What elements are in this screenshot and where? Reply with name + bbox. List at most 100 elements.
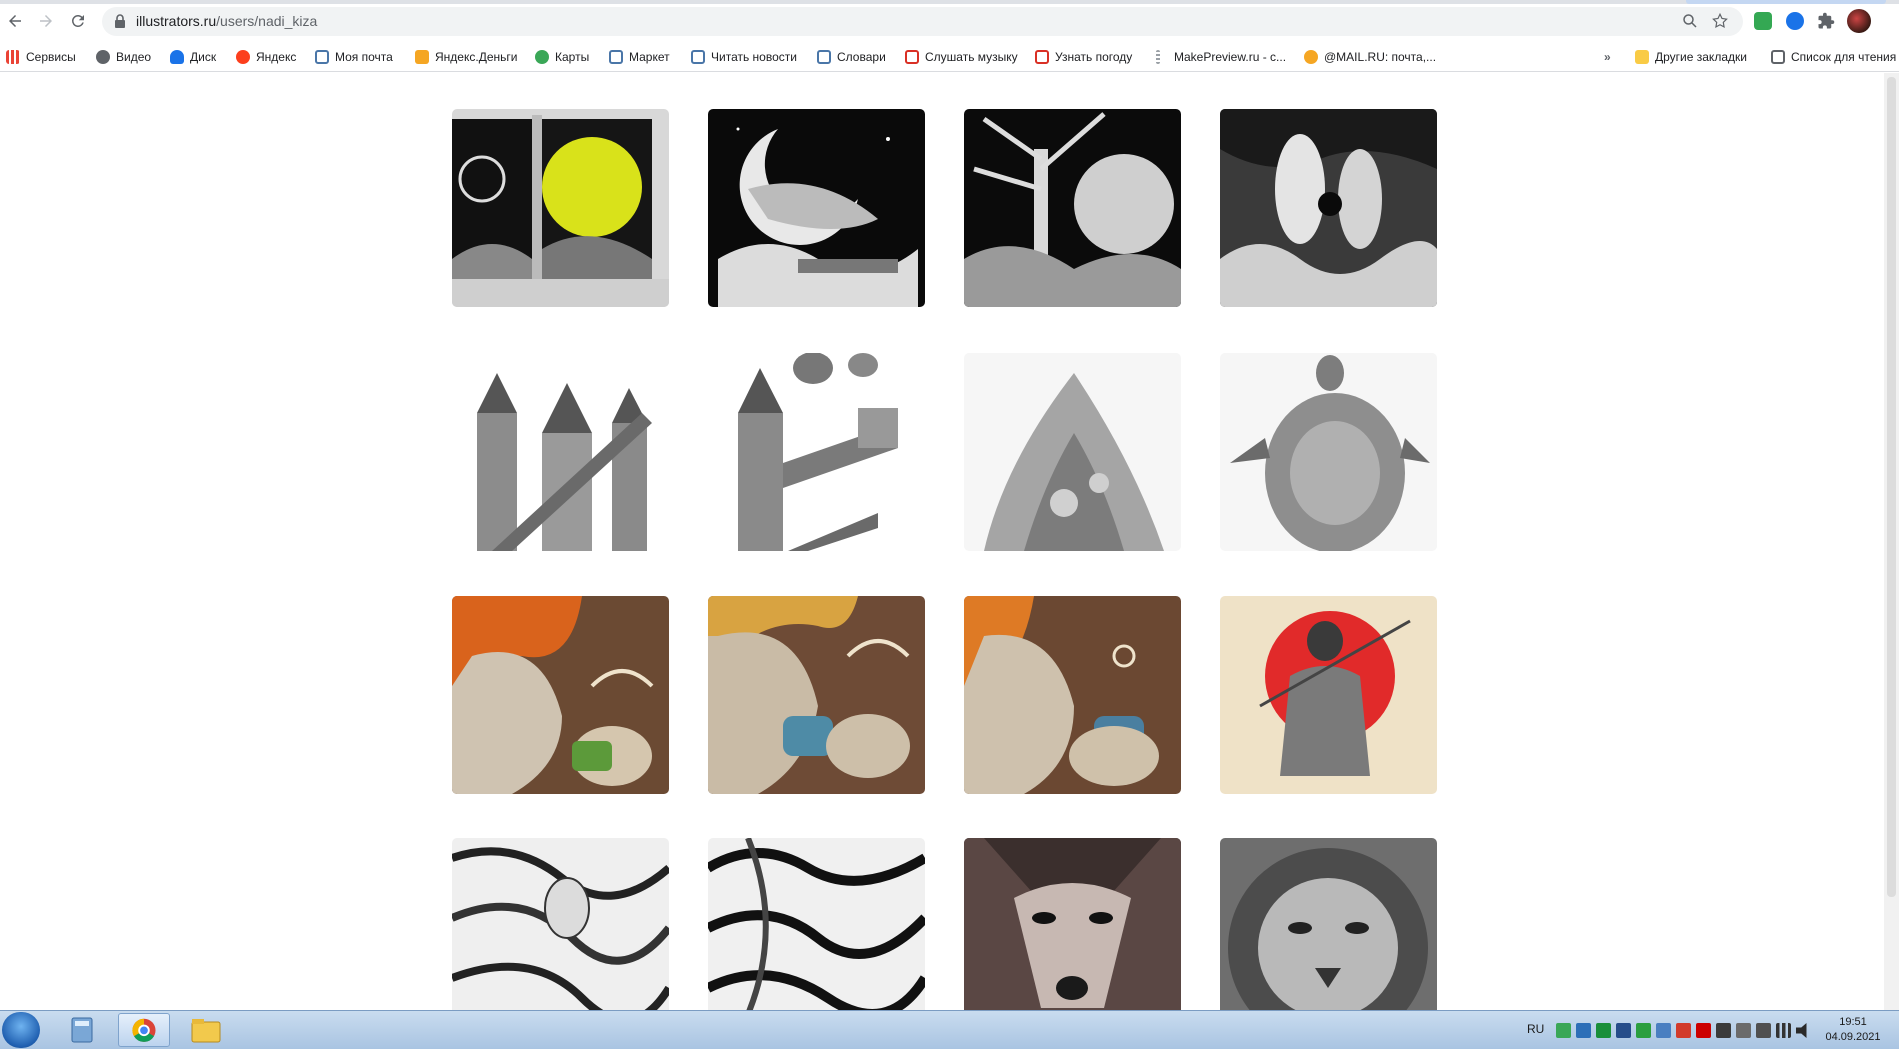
bookmark-maps[interactable]: Карты: [535, 47, 589, 67]
gallery-item-couple-waves[interactable]: [1220, 109, 1437, 307]
tray-network-app-icon[interactable]: [1556, 1023, 1571, 1038]
tray-app-icon[interactable]: [1616, 1023, 1631, 1038]
gallery-item-castle-stairs[interactable]: [452, 353, 669, 551]
bookmark-money[interactable]: Яндекс.Деньги: [415, 47, 517, 67]
gallery-item-coffee-woman-2[interactable]: [708, 596, 925, 794]
bookmark-dictionaries[interactable]: Словари: [817, 47, 886, 67]
gallery-item-tree-moon[interactable]: [964, 109, 1181, 307]
reload-button[interactable]: [67, 10, 89, 32]
forward-button[interactable]: [35, 10, 57, 32]
bookmark-label: Яндекс: [256, 50, 297, 64]
active-tab[interactable]: [1686, 0, 1886, 4]
gallery-item-moon-woman[interactable]: [708, 109, 925, 307]
extension-blue-icon[interactable]: [1786, 12, 1804, 30]
bookmark-market[interactable]: Маркет: [609, 47, 670, 67]
mail-icon: [315, 50, 329, 64]
other-bookmarks-label: Другие закладки: [1655, 50, 1747, 64]
tray-app-icon[interactable]: [1756, 1023, 1771, 1038]
gallery-item-geisha[interactable]: [1220, 596, 1437, 794]
language-indicator[interactable]: RU: [1527, 1022, 1544, 1036]
gallery-item-coral-island[interactable]: [964, 353, 1181, 551]
gallery-item-book-gogol[interactable]: [452, 109, 669, 307]
gallery-item-coffee-woman-1[interactable]: [452, 596, 669, 794]
tray-adobe-icon[interactable]: [1696, 1023, 1711, 1038]
arrow-right-icon: [40, 15, 52, 27]
bookmark-disk[interactable]: Диск: [170, 47, 216, 67]
dots-icon: [1156, 50, 1160, 64]
bookmark-music[interactable]: Слушать музыку: [905, 47, 1018, 67]
profile-avatar[interactable]: [1847, 9, 1871, 33]
tray-app-icon[interactable]: [1736, 1023, 1751, 1038]
coffee-woman-blue-cup-illustration: [708, 596, 925, 794]
gallery-item-coffee-woman-3[interactable]: [964, 596, 1181, 794]
ornamental-girl-illustration: [452, 838, 669, 1010]
volume-icon[interactable]: [1796, 1023, 1807, 1038]
gallery-item-ornamental-waves[interactable]: [708, 838, 925, 1010]
bookmark-label: @MAIL.RU: почта,...: [1324, 50, 1437, 64]
tray-app-icon[interactable]: [1656, 1023, 1671, 1038]
arrow-left-icon: [9, 15, 21, 27]
coffee-woman-green-cup-illustration: [452, 596, 669, 794]
bookmark-label: Карты: [555, 50, 590, 64]
page-icon: [817, 50, 831, 64]
bookmark-label: Видео: [116, 50, 152, 64]
taskbar-chrome[interactable]: [118, 1013, 170, 1047]
taskbar: RU 19:51 04.09.2021: [0, 1010, 1899, 1049]
bookmark-yandex[interactable]: Яндекс: [236, 47, 296, 67]
folder-icon: [191, 1019, 221, 1043]
reading-list-button[interactable]: Список для чтения: [1771, 47, 1896, 67]
bookmarks-overflow-button[interactable]: »: [1604, 47, 1611, 67]
start-button[interactable]: [2, 1012, 40, 1048]
gallery-item-wolf[interactable]: [964, 838, 1181, 1010]
zoom-icon[interactable]: [1681, 12, 1699, 30]
bookmark-mail[interactable]: Моя почта: [315, 47, 393, 67]
at-sign-icon: [1304, 50, 1318, 64]
clock[interactable]: 19:51 04.09.2021: [1818, 1015, 1888, 1045]
gallery-item-ornamental-girl[interactable]: [452, 838, 669, 1010]
lion-ornament-illustration: [1220, 838, 1437, 1010]
back-button[interactable]: [4, 10, 26, 32]
tray-app-icon[interactable]: [1716, 1023, 1731, 1038]
other-bookmarks-folder[interactable]: Другие закладки: [1635, 47, 1747, 67]
bookmark-label: Читать новости: [711, 50, 797, 64]
bookmark-news[interactable]: Читать новости: [691, 47, 797, 67]
gallery-item-lion[interactable]: [1220, 838, 1437, 1010]
bookmark-mailru[interactable]: @MAIL.RU: почта,...: [1304, 47, 1436, 67]
ornamental-waves-illustration: [708, 838, 925, 1010]
signal-bars-icon[interactable]: [1776, 1023, 1791, 1038]
calculator-icon: [71, 1017, 93, 1043]
clock-time: 19:51: [1839, 1016, 1867, 1028]
moon-woman-night-illustration: [708, 109, 925, 307]
taskbar-calculator[interactable]: [56, 1013, 108, 1047]
reading-list-label: Список для чтения: [1791, 50, 1897, 64]
bookmark-label: Словари: [837, 50, 886, 64]
page-icon: [691, 50, 705, 64]
tray-nvidia-icon[interactable]: [1636, 1023, 1651, 1038]
gallery-item-castle-balloons[interactable]: [708, 353, 925, 551]
url-host: illustrators.ru: [136, 13, 217, 29]
page-scrollbar[interactable]: [1884, 73, 1899, 1010]
coral-island-illustration: [964, 353, 1181, 551]
url-path: /users/nadi_kiza: [216, 13, 318, 29]
url-text[interactable]: illustrators.ru/users/nadi_kiza: [136, 13, 317, 29]
bookmark-video[interactable]: Видео: [96, 47, 151, 67]
castle-stairs-illustration: [452, 353, 669, 551]
bookmark-makepreview[interactable]: MakePreview.ru - с...: [1156, 47, 1286, 67]
extension-green-icon[interactable]: [1754, 12, 1772, 30]
bookmark-weather[interactable]: Узнать погоду: [1035, 47, 1132, 67]
couple-waves-illustration: [1220, 109, 1437, 307]
tray-app-icon[interactable]: [1596, 1023, 1611, 1038]
geisha-red-sun-illustration: [1220, 596, 1437, 794]
scrollbar-thumb[interactable]: [1887, 77, 1896, 897]
address-bar[interactable]: illustrators.ru/users/nadi_kiza: [102, 7, 1743, 36]
music-icon: [905, 50, 919, 64]
bookmark-services[interactable]: Сервисы: [6, 47, 76, 67]
bookmark-label: Моя почта: [335, 50, 393, 64]
extensions-puzzle-icon[interactable]: [1817, 12, 1835, 30]
tray-app-icon[interactable]: [1576, 1023, 1591, 1038]
apps-grid-icon: [6, 50, 20, 64]
gallery-item-turtle[interactable]: [1220, 353, 1437, 551]
taskbar-explorer[interactable]: [180, 1013, 232, 1047]
bookmark-star-icon[interactable]: [1711, 12, 1729, 30]
tray-app-icon[interactable]: [1676, 1023, 1691, 1038]
